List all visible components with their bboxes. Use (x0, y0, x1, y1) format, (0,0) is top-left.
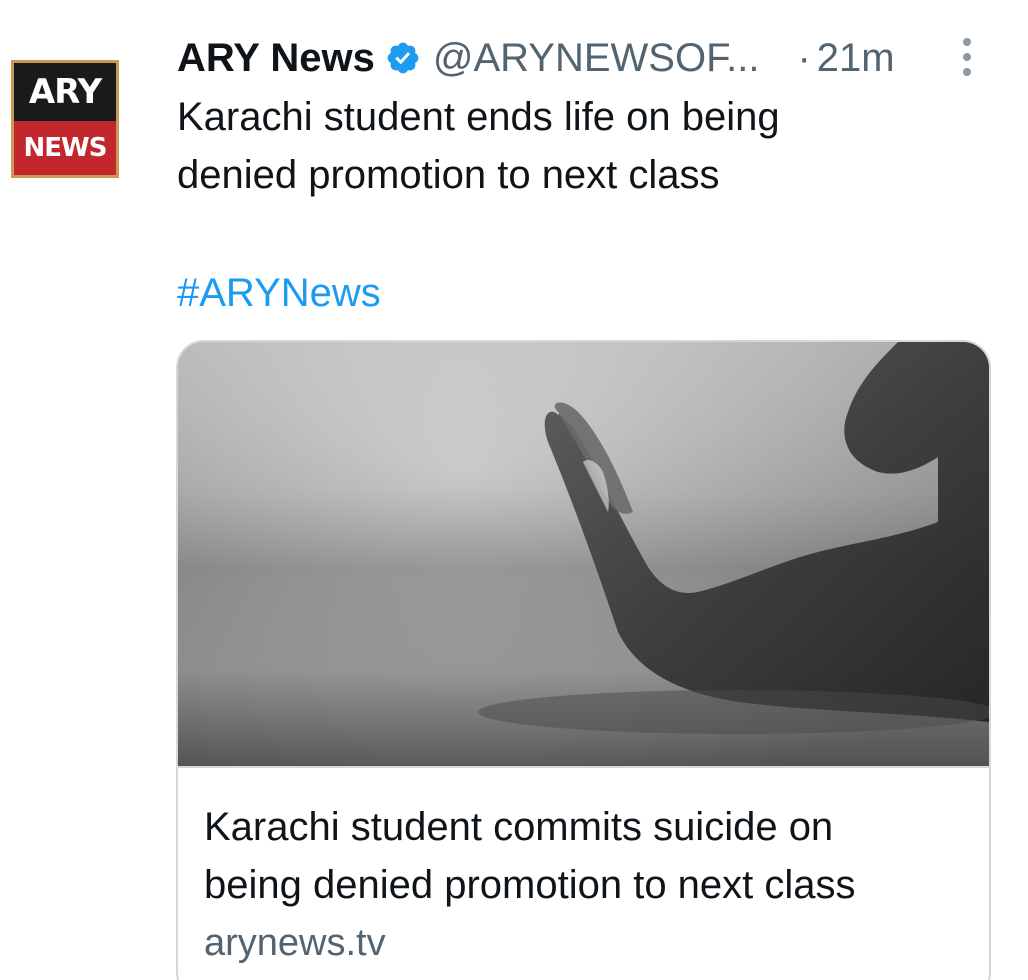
display-name[interactable]: ARY News (177, 36, 375, 81)
avatar[interactable]: ARY NEWS (11, 60, 119, 178)
ary-logo-top: ARY (14, 63, 116, 121)
link-card-title-line-2: being denied promotion to next class (204, 863, 856, 907)
tweet-text: Karachi student ends life on being denie… (177, 88, 977, 204)
link-card-title-line-1: Karachi student commits suicide on (204, 805, 834, 849)
hashtag-link[interactable]: #ARYNews (177, 264, 381, 322)
tweet[interactable]: ARY NEWS ARY News @ARYNEWSOF... · 21m Ka… (0, 0, 1028, 980)
ary-logo-top-text: ARY (28, 72, 102, 112)
card-divider (178, 766, 989, 768)
ary-logo-bottom: NEWS (14, 121, 116, 175)
tweet-header: ARY News @ARYNEWSOF... · 21m (177, 30, 895, 86)
link-card-domain: arynews.tv (204, 922, 386, 964)
handle[interactable]: @ARYNEWSOF... (433, 36, 760, 81)
separator-dot: · (797, 35, 811, 80)
ary-logo-bottom-text: NEWS (23, 133, 108, 163)
timestamp[interactable]: 21m (817, 36, 895, 81)
link-card-image (178, 342, 989, 766)
link-card-title: Karachi student commits suicide on being… (204, 798, 974, 914)
verified-badge-icon (385, 40, 421, 76)
tweet-text-line-2: denied promotion to next class (177, 153, 720, 197)
link-card[interactable]: Karachi student commits suicide on being… (176, 340, 991, 980)
more-options-icon[interactable] (958, 36, 976, 78)
tweet-text-line-1: Karachi student ends life on being (177, 95, 780, 139)
